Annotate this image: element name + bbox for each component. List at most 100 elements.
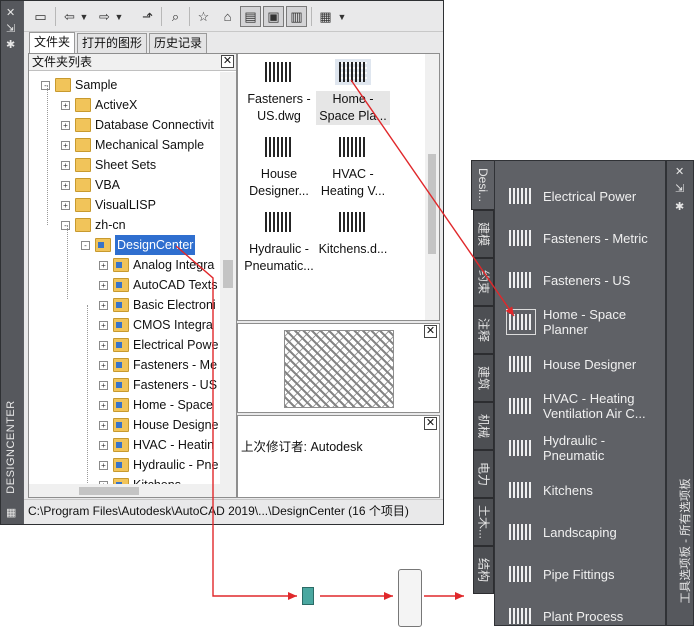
tree-item[interactable]: + ActiveX [61, 95, 137, 115]
back-icon[interactable]: ⇦ [59, 6, 80, 27]
palette-tab[interactable]: 土木... [473, 498, 494, 546]
drawing-thumbnail[interactable]: Fasteners - US.dwg [242, 59, 316, 125]
tree-item[interactable]: + Home - Space [99, 395, 213, 415]
palette-tab[interactable]: 电力 [473, 450, 494, 498]
palette-tab[interactable]: 建筑 [473, 354, 494, 402]
tree-item[interactable]: + Basic Electroni [99, 295, 216, 315]
collapse-icon[interactable]: - [81, 240, 90, 250]
tool-item[interactable]: HVAC - Heating Ventilation Air C... [507, 387, 665, 425]
views-dropdown-icon[interactable]: ▼ [336, 6, 348, 27]
tool-item[interactable]: Hydraulic - Pneumatic [507, 429, 665, 467]
forward-icon[interactable]: ⇨ [94, 6, 115, 27]
tree-item[interactable]: - zh-cn [61, 215, 126, 235]
up-folder-icon[interactable]: ⬏ [137, 6, 158, 27]
tree-item[interactable]: + AutoCAD Texts [99, 275, 218, 295]
expand-icon[interactable]: + [99, 280, 108, 290]
expand-icon[interactable]: + [61, 120, 70, 130]
search-icon[interactable]: ⌕ [165, 6, 186, 27]
tree-item[interactable]: - Sample [41, 75, 117, 95]
tree-item[interactable]: + House Designe [99, 415, 218, 435]
drawing-thumbnail[interactable]: HVAC - Heating V... [316, 134, 390, 200]
tool-item[interactable]: Kitchens [507, 471, 665, 509]
tool-item[interactable]: Landscaping [507, 513, 665, 551]
drawing-thumbnail[interactable]: Kitchens.d... [316, 209, 390, 258]
close-icon[interactable]: ✕ [424, 325, 437, 338]
tree-item[interactable]: + Database Connectivit [61, 115, 214, 135]
drawing-thumbnail[interactable]: Home - Space Pla... [316, 59, 390, 125]
tree-item[interactable]: + Electrical Powe [99, 335, 218, 355]
collapse-icon[interactable]: - [61, 220, 70, 230]
tree-item[interactable]: + Analog Integra [99, 255, 214, 275]
forward-dropdown-icon[interactable]: ▼ [113, 6, 125, 27]
palette-tab[interactable]: 建模 [473, 210, 494, 258]
tool-item[interactable]: Home - Space Planner [506, 303, 665, 341]
palette-tab[interactable]: 结构 [473, 546, 494, 594]
tool-item[interactable]: Plant Process [507, 597, 665, 625]
tab-history[interactable]: 历史记录 [149, 33, 208, 53]
autohide-icon[interactable]: ⇲ [675, 183, 684, 195]
expand-icon[interactable]: + [61, 160, 70, 170]
tree-horizontal-scrollbar[interactable] [29, 484, 236, 497]
tab-open-drawings[interactable]: 打开的图形 [77, 33, 148, 53]
expand-icon[interactable]: + [61, 100, 70, 110]
scroll-thumb[interactable] [223, 260, 233, 288]
tree-item[interactable]: + VBA [61, 175, 120, 195]
tree-item[interactable]: + HVAC - Heatin [99, 435, 214, 455]
tree-item[interactable]: + Mechanical Sample [61, 135, 204, 155]
home-icon[interactable]: ⌂ [217, 6, 238, 27]
properties-icon[interactable]: ✱ [675, 201, 684, 213]
description-toggle-icon[interactable]: ▥ [286, 6, 307, 27]
tree-item[interactable]: + Sheet Sets [61, 155, 156, 175]
close-icon[interactable]: ✕ [675, 166, 684, 178]
content-vertical-scrollbar[interactable] [425, 54, 439, 320]
tree-item[interactable]: +Kitchens [99, 475, 181, 484]
tree-item[interactable]: + Fasteners - US [99, 375, 217, 395]
expand-icon[interactable]: + [99, 420, 108, 430]
tree-item[interactable]: + Fasteners - Me [99, 355, 217, 375]
designcenter-titlebar[interactable]: ✕ ⇲ ✱ DESIGNCENTER ▦ [1, 1, 23, 524]
expand-icon[interactable]: + [99, 460, 108, 470]
collapse-icon[interactable]: - [41, 80, 50, 90]
tree-view-toggle-icon[interactable]: ▤ [240, 6, 261, 27]
autohide-icon[interactable]: ⇲ [6, 23, 15, 35]
palette-tab[interactable]: 注释 [473, 306, 494, 354]
palette-tab[interactable]: 机械 [473, 402, 494, 450]
tree-item[interactable]: - DesignCenter [81, 235, 196, 255]
tool-item[interactable]: House Designer [507, 345, 665, 383]
close-icon[interactable]: ✕ [221, 55, 234, 68]
tree-item[interactable]: + VisualLISP [61, 195, 156, 215]
tab-folders[interactable]: 文件夹 [29, 32, 76, 53]
expand-icon[interactable]: + [99, 360, 108, 370]
views-icon[interactable]: ▦ [315, 6, 336, 27]
expand-icon[interactable]: + [99, 320, 108, 330]
tool-item[interactable]: Fasteners - Metric [507, 219, 665, 257]
palette-tab[interactable]: Desi... [471, 160, 495, 210]
scroll-thumb[interactable] [79, 487, 139, 495]
tree-item[interactable]: + Hydraulic - Pne [99, 455, 218, 475]
tool-palettes-titlebar[interactable]: ✕ ⇲ ✱ 工具选项板 - 所有选项板 [666, 160, 694, 626]
favorites-icon[interactable]: ☆ [193, 6, 214, 27]
load-folder-icon[interactable]: ▭ [30, 6, 51, 27]
tool-item[interactable]: Electrical Power [507, 177, 665, 215]
expand-icon[interactable]: + [61, 180, 70, 190]
tool-item[interactable]: Pipe Fittings [507, 555, 665, 593]
expand-icon[interactable]: + [99, 260, 108, 270]
tool-item[interactable]: Fasteners - US [507, 261, 665, 299]
close-icon[interactable]: ✕ [424, 417, 437, 430]
expand-icon[interactable]: + [99, 400, 108, 410]
scroll-thumb[interactable] [428, 154, 436, 254]
palette-tab[interactable]: 约束 [473, 258, 494, 306]
expand-icon[interactable]: + [99, 380, 108, 390]
close-icon[interactable]: ✕ [6, 7, 15, 19]
expand-icon[interactable]: + [99, 440, 108, 450]
preview-toggle-icon[interactable]: ▣ [263, 6, 284, 27]
tree-vertical-scrollbar[interactable] [220, 72, 236, 484]
expand-icon[interactable]: + [99, 340, 108, 350]
back-dropdown-icon[interactable]: ▼ [78, 6, 90, 27]
drawing-thumbnail[interactable]: House Designer... [242, 134, 316, 200]
expand-icon[interactable]: + [99, 300, 108, 310]
tree-item[interactable]: + CMOS Integra [99, 315, 213, 335]
grid-icon[interactable]: ▦ [6, 507, 16, 519]
properties-icon[interactable]: ✱ [6, 39, 15, 51]
expand-icon[interactable]: + [61, 140, 70, 150]
